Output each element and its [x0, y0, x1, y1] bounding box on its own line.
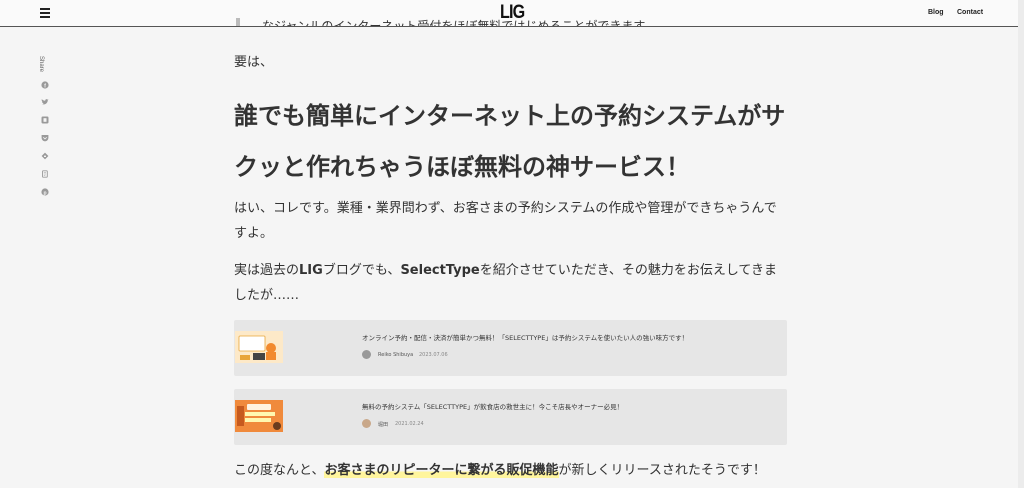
nav-blog-link[interactable]: Blog	[928, 9, 944, 16]
pinterest-icon[interactable]: p	[41, 188, 49, 196]
paragraph-past-posts: 実は過去のLIGブログでも、SelectTypeを紹介させていただき、その魅力を…	[234, 263, 778, 303]
hatena-icon[interactable]	[41, 116, 49, 124]
svg-text:p: p	[43, 190, 46, 196]
post-author: Reiko Shibuya	[378, 352, 414, 358]
post-date: 2023.07.06	[419, 352, 448, 358]
post-thumbnail	[235, 331, 283, 363]
feedly-icon[interactable]	[41, 152, 49, 160]
author-avatar	[362, 350, 371, 359]
related-post-card[interactable]: 無料の予約システム「SELECTTYPE」が飲食店の救世主に！今こそ店長やオーナ…	[234, 389, 787, 445]
post-thumbnail	[235, 400, 283, 432]
related-post-card[interactable]: オンライン予約・配信・決済が簡単かつ無料！「SELECTTYPE」は予約システム…	[234, 320, 787, 376]
post-author: 堀田	[378, 422, 389, 428]
nav-contact-link[interactable]: Contact	[957, 9, 983, 16]
post-title[interactable]: オンライン予約・配信・決済が簡単かつ無料！「SELECTTYPE」は予約システム…	[362, 332, 688, 342]
post-date: 2021.02.24	[395, 421, 424, 427]
quote-bar	[236, 18, 240, 26]
facebook-icon[interactable]: f	[41, 81, 49, 89]
article-heading: 誰でも簡単にインターネット上の予約システムがサクッと作れちゃうほぼ無料の神サービ…	[234, 102, 786, 181]
highlighted-phrase: お客さまのリピーターに繋がる販促機能	[324, 463, 559, 478]
scrollbar[interactable]	[1018, 0, 1024, 488]
twitter-icon[interactable]	[41, 98, 49, 106]
paragraph-intro: はい、コレです。業種・業界問わず、お客さまの予約システムの作成や管理ができちゃう…	[234, 201, 777, 241]
paragraph-summary: 要は、	[234, 55, 274, 70]
paragraph-new-feature: この度なんと、お客さまのリピーターに繋がる販促機能が新しくリリースされたそうです…	[234, 463, 766, 478]
svg-text:f: f	[44, 83, 46, 89]
share-label: Share	[38, 56, 44, 73]
pocket-icon[interactable]	[41, 134, 49, 142]
menu-icon[interactable]	[40, 8, 50, 18]
post-title[interactable]: 無料の予約システム「SELECTTYPE」が飲食店の救世主に！今こそ店長やオーナ…	[362, 401, 623, 411]
copy-icon[interactable]	[41, 170, 49, 178]
author-avatar	[362, 419, 371, 428]
quoted-text: なジャンルのインターネット受付をほぼ無料ではじめることができます。	[262, 19, 657, 26]
